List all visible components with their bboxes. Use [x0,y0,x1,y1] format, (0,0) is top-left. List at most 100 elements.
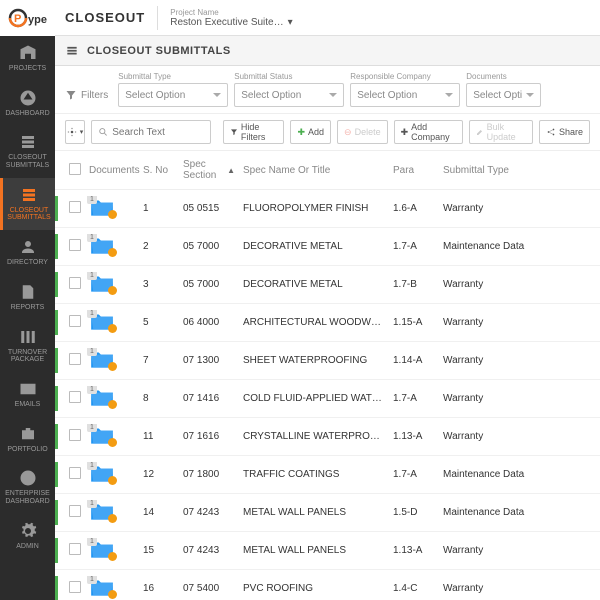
nav-portfolio[interactable]: PORTFOLIO [0,417,55,462]
folder-icon[interactable]: 1 [89,538,119,560]
doc-count-badge: 1 [87,196,97,204]
table-row[interactable]: 1205 7000DECORATIVE METAL1.7-AMaintenanc… [55,228,600,266]
search-input[interactable] [91,120,211,144]
cell-para: 1.13-A [389,431,439,442]
project-selector[interactable]: Project Name Reston Executive Suite…▾ [170,8,292,28]
nav-turnover[interactable]: TURNOVER PACKAGE [0,320,55,372]
doc-count-badge: 1 [87,576,97,584]
col-sno[interactable]: S. No [139,165,179,176]
table-row[interactable]: 1105 0515FLUOROPOLYMER FINISH1.6-AWarran… [55,190,600,228]
svg-text:ype: ype [28,14,47,26]
cell-name: ARCHITECTURAL WOODWO… [239,317,389,328]
row-checkbox[interactable] [69,239,81,251]
lock-icon [108,286,117,295]
cell-sno: 5 [139,317,179,328]
row-checkbox[interactable] [69,581,81,593]
share-icon [546,127,556,137]
cell-spec: 06 4000 [179,317,239,328]
nav-closeout-1[interactable]: CLOSEOUT SUBMITTALS [0,125,55,177]
cell-sno: 12 [139,469,179,480]
folder-icon[interactable]: 1 [89,196,119,218]
select-all-checkbox[interactable] [69,163,81,175]
filter-submittal-status[interactable]: Select Option [234,83,344,107]
cell-sno: 14 [139,507,179,518]
folder-icon[interactable]: 1 [89,310,119,332]
col-spec[interactable]: Spec Section▲ [179,159,239,181]
cell-name: DECORATIVE METAL [239,241,389,252]
row-checkbox[interactable] [69,543,81,555]
nav-directory[interactable]: DIRECTORY [0,230,55,275]
cell-spec: 07 1800 [179,469,239,480]
folder-icon[interactable]: 1 [89,462,119,484]
svg-text:P: P [14,13,21,25]
table-row[interactable]: 1305 7000DECORATIVE METAL1.7-BWarranty [55,266,600,304]
table-row[interactable]: 1707 1300SHEET WATERPROOFING1.14-AWarran… [55,342,600,380]
bulk-update-button[interactable]: Bulk Update [469,120,533,144]
cell-type: Warranty [439,393,549,404]
cell-spec: 05 7000 [179,279,239,290]
submittals-table: Documents S. No Spec Section▲ Spec Name … [55,151,600,600]
folder-icon[interactable]: 1 [89,424,119,446]
col-type[interactable]: Submittal Type [439,165,549,176]
nav-closeout-2[interactable]: CLOSEOUT SUBMITTALS [0,178,55,230]
folder-icon[interactable]: 1 [89,500,119,522]
lock-icon [108,476,117,485]
sidebar: ype P PROJECTS DASHBOARD CLOSEOUT SUBMITT… [0,0,55,600]
nav-reports[interactable]: REPORTS [0,275,55,320]
settings-button[interactable]: ▾ [65,120,85,144]
folder-icon[interactable]: 1 [89,234,119,256]
table-row[interactable]: 11607 5400PVC ROOFING1.4-CWarranty [55,570,600,600]
col-para[interactable]: Para [389,165,439,176]
table-row[interactable]: 1506 4000ARCHITECTURAL WOODWO…1.15-AWarr… [55,304,600,342]
cell-para: 1.13-A [389,545,439,556]
table-row[interactable]: 11407 4243METAL WALL PANELS1.5-DMaintena… [55,494,600,532]
folder-icon[interactable]: 1 [89,576,119,598]
row-checkbox[interactable] [69,391,81,403]
row-checkbox[interactable] [69,277,81,289]
hide-filters-button[interactable]: Hide Filters [223,120,285,144]
row-checkbox[interactable] [69,353,81,365]
nav-emails[interactable]: EMAILS [0,372,55,417]
cell-type: Warranty [439,545,549,556]
delete-button[interactable]: ⊖Delete [337,120,388,144]
filter-responsible-company[interactable]: Select Option [350,83,460,107]
row-checkbox[interactable] [69,467,81,479]
cell-para: 1.7-A [389,241,439,252]
folder-icon[interactable]: 1 [89,348,119,370]
nav-projects[interactable]: PROJECTS [0,36,55,81]
row-checkbox[interactable] [69,201,81,213]
nav-dashboard[interactable]: DASHBOARD [0,81,55,126]
lock-icon [108,552,117,561]
cell-para: 1.4-C [389,583,439,594]
filter-documents[interactable]: Select Opti [466,83,541,107]
add-company-button[interactable]: ✚Add Company [394,120,463,144]
filters-row: Filters Submittal TypeSelect Option Subm… [55,66,600,114]
row-checkbox[interactable] [69,315,81,327]
table-row[interactable]: 11507 4243METAL WALL PANELS1.13-AWarrant… [55,532,600,570]
row-checkbox[interactable] [69,505,81,517]
toolbar: ▾ Hide Filters ✚Add ⊖Delete ✚Add Company… [55,114,600,151]
add-button[interactable]: ✚Add [290,120,331,144]
folder-icon[interactable]: 1 [89,272,119,294]
col-name[interactable]: Spec Name Or Title [239,165,389,176]
plus-icon: ✚ [401,127,409,138]
cell-sno: 11 [139,431,179,442]
row-checkbox[interactable] [69,429,81,441]
table-row[interactable]: 11107 1616CRYSTALLINE WATERPROOF…1.13-AW… [55,418,600,456]
doc-count-badge: 1 [87,538,97,546]
cell-name: SHEET WATERPROOFING [239,355,389,366]
doc-count-badge: 1 [87,424,97,432]
lock-icon [108,438,117,447]
share-button[interactable]: Share [539,120,590,144]
filter-submittal-type[interactable]: Select Option [118,83,228,107]
col-documents[interactable]: Documents [85,165,139,176]
lock-icon [108,248,117,257]
folder-icon[interactable]: 1 [89,386,119,408]
nav-admin[interactable]: ADMIN [0,514,55,559]
cell-name: CRYSTALLINE WATERPROOF… [239,431,389,442]
page-title: CLOSEOUT SUBMITTALS [87,45,231,57]
search-icon [98,126,108,138]
nav-enterprise[interactable]: ENTERPRISE DASHBOARD [0,461,55,513]
table-row[interactable]: 11207 1800TRAFFIC COATINGS1.7-AMaintenan… [55,456,600,494]
table-row[interactable]: 1807 1416COLD FLUID-APPLIED WATE…1.7-AWa… [55,380,600,418]
